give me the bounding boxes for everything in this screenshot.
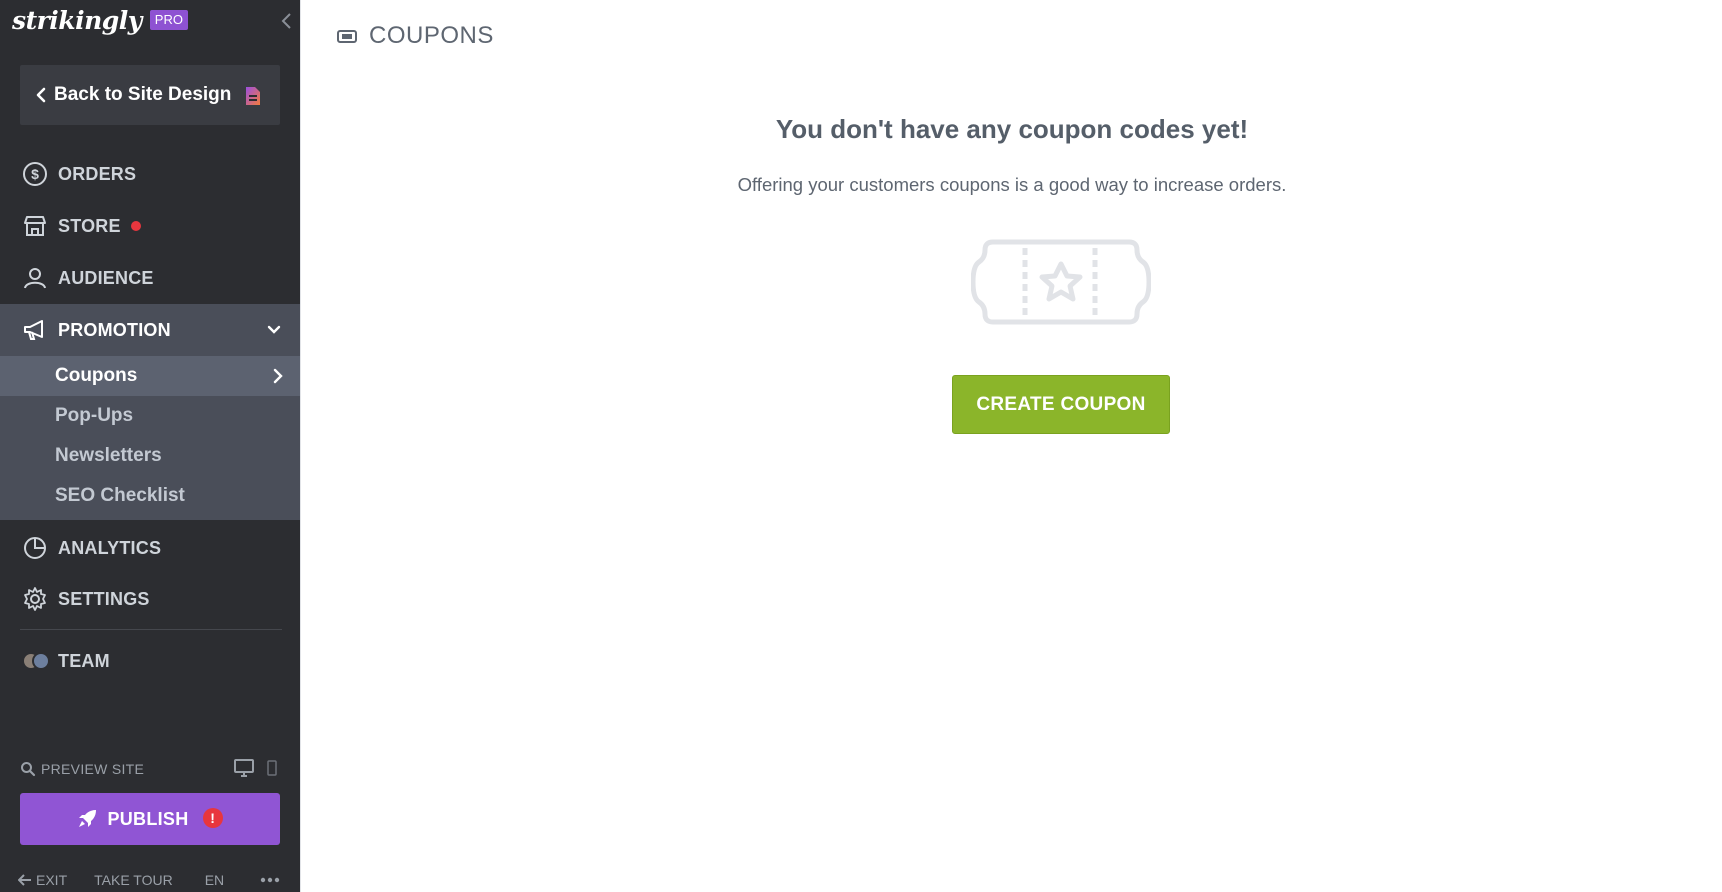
search-icon (21, 762, 36, 777)
chevron-down-icon (267, 325, 281, 334)
sidebar-item-store-label: STORE (58, 215, 121, 236)
empty-state-title: You don't have any coupon codes yet! (775, 114, 1249, 144)
create-coupon-label: CREATE COUPON (976, 393, 1146, 415)
sidebar-item-analytics[interactable]: ANALYTICS (0, 522, 300, 574)
sidebar-item-seo-checklist[interactable]: SEO Checklist (0, 476, 300, 516)
sidebar-item-team-label: TEAM (58, 650, 110, 671)
svg-text:$: $ (31, 166, 39, 182)
team-avatars (22, 648, 50, 674)
empty-state-subtitle: Offering your customers coupons is a goo… (737, 174, 1287, 195)
publish-button[interactable]: PUBLISH ! (20, 793, 280, 845)
sidebar-item-newsletters-label: Newsletters (55, 445, 162, 466)
dollar-circle-icon: $ (22, 161, 48, 187)
pie-chart-icon (22, 535, 48, 561)
sidebar-item-promotion-label: PROMOTION (58, 319, 171, 340)
coupon-star-illustration (971, 239, 1151, 325)
arrow-left-icon (18, 874, 31, 886)
pro-badge: PRO (149, 10, 188, 30)
back-to-site-design-button[interactable]: Back to Site Design (20, 65, 280, 125)
storefront-icon (22, 213, 48, 239)
megaphone-icon (22, 317, 48, 343)
sidebar-divider (20, 629, 282, 630)
create-coupon-button[interactable]: CREATE COUPON (952, 375, 1170, 434)
rocket-icon (79, 810, 97, 827)
more-dots-icon[interactable] (260, 877, 280, 883)
avatar (32, 652, 50, 670)
sidebar-item-newsletters[interactable]: Newsletters (0, 436, 300, 476)
mobile-icon[interactable] (267, 760, 277, 776)
exit-label: EXIT (36, 872, 68, 888)
sidebar-item-store[interactable]: STORE (0, 200, 300, 252)
preview-site-link[interactable]: PREVIEW SITE (41, 761, 144, 777)
gear-icon (22, 586, 48, 612)
collapse-sidebar-icon[interactable] (280, 12, 294, 30)
sidebar-item-popups[interactable]: Pop-Ups (0, 396, 300, 436)
back-to-site-design-label: Back to Site Design (54, 84, 232, 105)
sidebar-item-coupons-label: Coupons (55, 365, 138, 386)
chevron-right-icon (273, 368, 283, 384)
publish-alert-badge: ! (202, 808, 223, 828)
coupon-icon (337, 30, 357, 43)
main-content: COUPONS You don't have any coupon codes … (300, 0, 1722, 892)
sidebar-item-orders-label: ORDERS (58, 163, 137, 184)
publish-label: PUBLISH (107, 808, 189, 829)
brand[interactable]: strikingly PRO (12, 4, 188, 36)
brand-logo[interactable]: strikingly (12, 6, 142, 35)
store-notification-dot (130, 221, 141, 231)
sidebar-item-settings[interactable]: SETTINGS (0, 573, 300, 625)
sidebar-item-seo-checklist-label: SEO Checklist (55, 485, 185, 506)
sidebar-item-popups-label: Pop-Ups (55, 405, 134, 426)
page-header: COUPONS (337, 22, 494, 50)
sidebar-item-promotion[interactable]: PROMOTION (0, 304, 300, 356)
page-title: COUPONS (369, 22, 494, 49)
desktop-icon[interactable] (233, 758, 255, 778)
promotion-subnav: Coupons Pop-Ups Newsletters SEO Checklis… (0, 356, 300, 520)
user-icon (22, 265, 48, 291)
sidebar-footer: EXIT TAKE TOUR EN (18, 870, 288, 890)
chevron-left-icon (36, 87, 46, 103)
sidebar-item-audience[interactable]: AUDIENCE (0, 252, 300, 304)
exit-link[interactable]: EXIT (18, 872, 67, 888)
preview-site-row: PREVIEW SITE (20, 758, 282, 780)
take-tour-link[interactable]: TAKE TOUR (94, 872, 173, 888)
sidebar-item-coupons[interactable]: Coupons (0, 356, 300, 396)
language-selector[interactable]: EN (205, 872, 224, 888)
sidebar-item-settings-label: SETTINGS (58, 588, 150, 609)
sidebar-item-analytics-label: ANALYTICS (58, 537, 162, 558)
sidebar-item-team[interactable]: TEAM (0, 635, 300, 687)
page-icon (246, 87, 260, 105)
sidebar-item-orders[interactable]: $ ORDERS (0, 148, 300, 200)
sidebar-item-audience-label: AUDIENCE (58, 267, 154, 288)
sidebar: strikingly PRO Back to Site Design $ ORD… (0, 0, 300, 892)
